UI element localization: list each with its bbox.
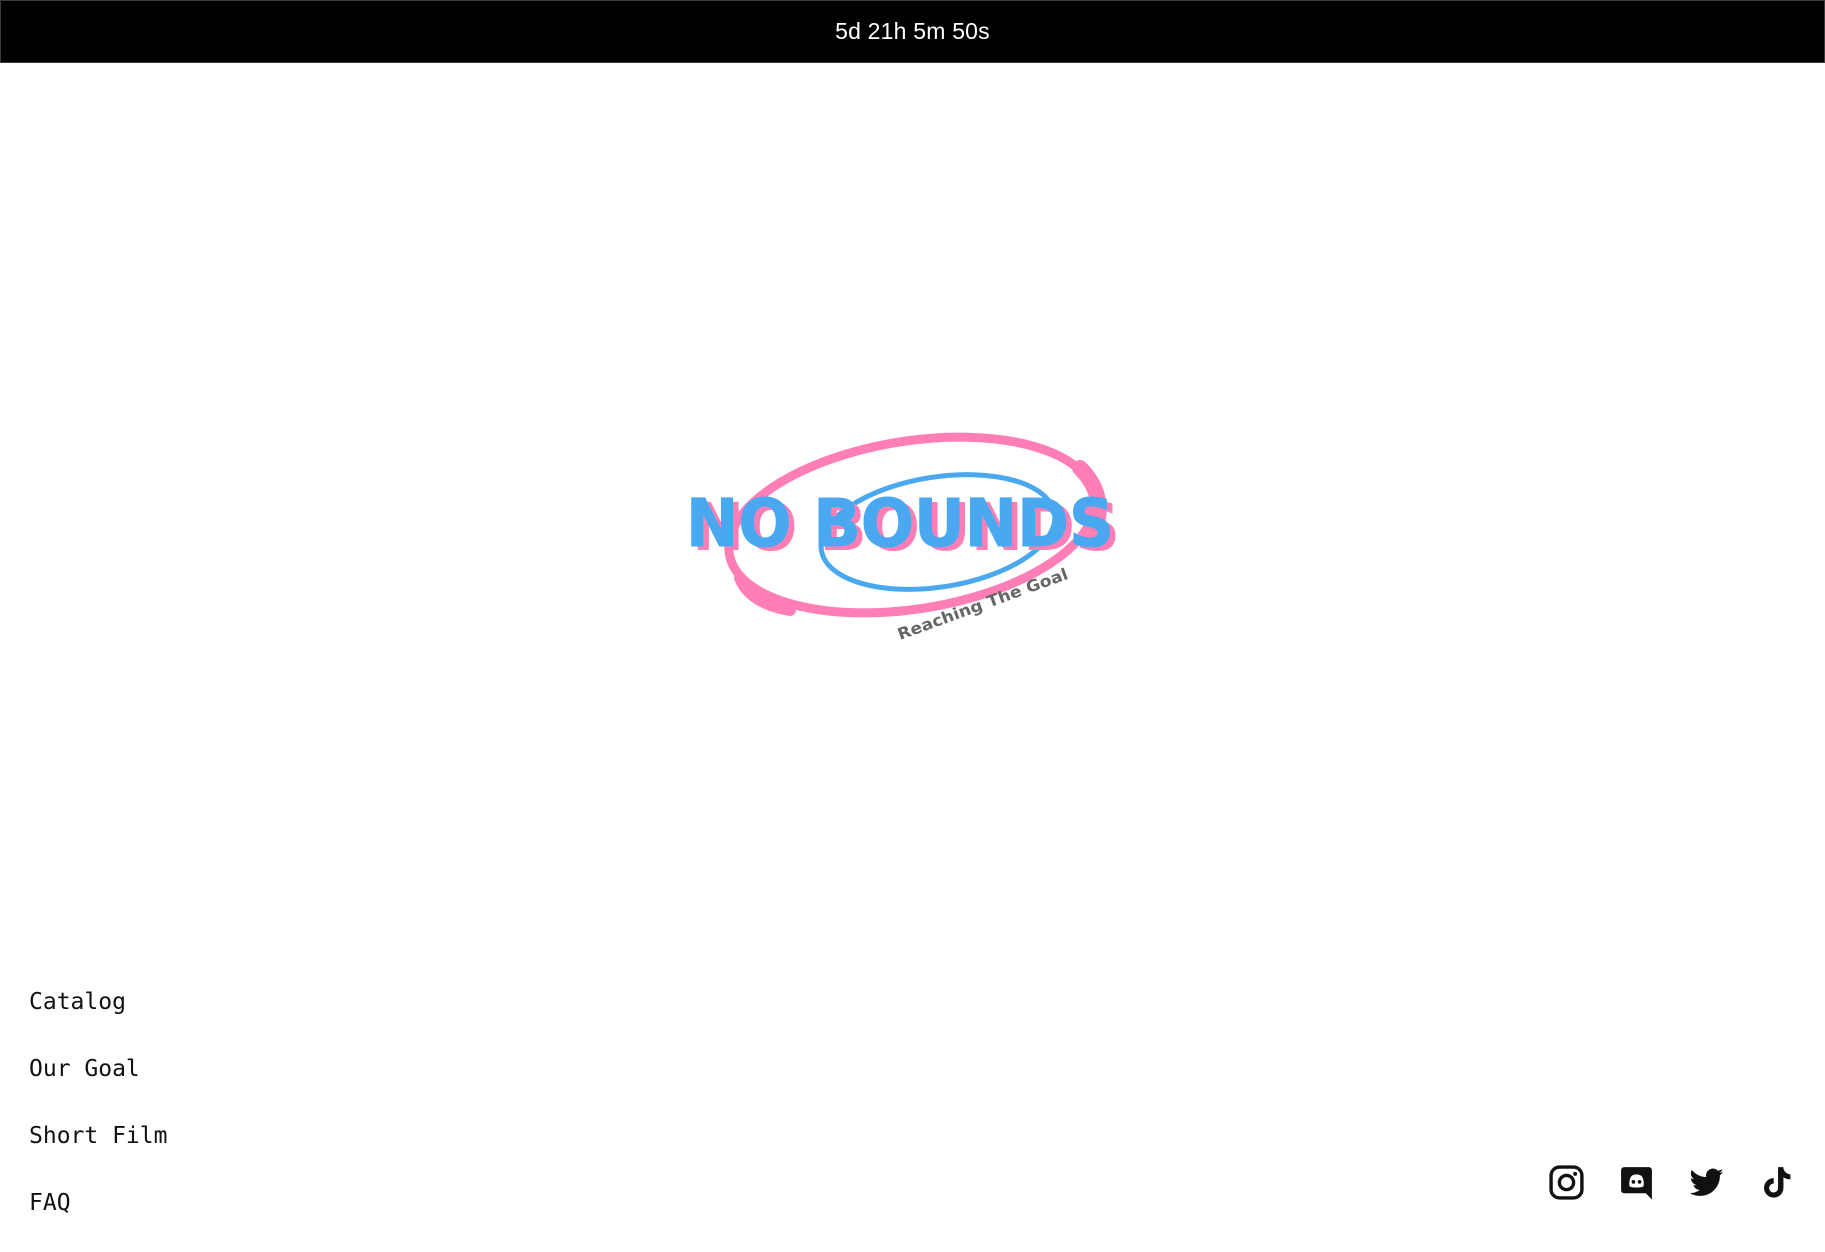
logo-wordmark: NO BOUNDS bbox=[686, 485, 1114, 562]
instagram-link[interactable] bbox=[1548, 1164, 1585, 1201]
instagram-icon bbox=[1549, 1165, 1584, 1200]
tiktok-icon bbox=[1764, 1167, 1791, 1198]
nav-faq-link[interactable]: FAQ bbox=[29, 1185, 167, 1252]
social-links bbox=[1548, 1164, 1795, 1201]
logo-graphic: NO BOUNDS NO BOUNDS Reaching The Goal bbox=[686, 432, 1120, 644]
tiktok-link[interactable] bbox=[1758, 1164, 1795, 1201]
nav-our-goal-link[interactable]: Our Goal bbox=[29, 1051, 167, 1118]
nav-catalog-link[interactable]: Catalog bbox=[29, 984, 167, 1051]
no-bounds-logo: NO BOUNDS NO BOUNDS Reaching The Goal bbox=[680, 428, 1145, 648]
countdown-timer: 5d 21h 5m 50s bbox=[835, 18, 990, 44]
twitter-link[interactable] bbox=[1688, 1164, 1725, 1201]
discord-icon bbox=[1621, 1167, 1652, 1200]
discord-link[interactable] bbox=[1618, 1164, 1655, 1201]
nav-short-film-link[interactable]: Short Film bbox=[29, 1118, 167, 1185]
main-nav: Catalog Our Goal Short Film FAQ bbox=[29, 984, 167, 1252]
countdown-bar: 5d 21h 5m 50s bbox=[0, 0, 1825, 63]
twitter-icon bbox=[1689, 1168, 1724, 1196]
